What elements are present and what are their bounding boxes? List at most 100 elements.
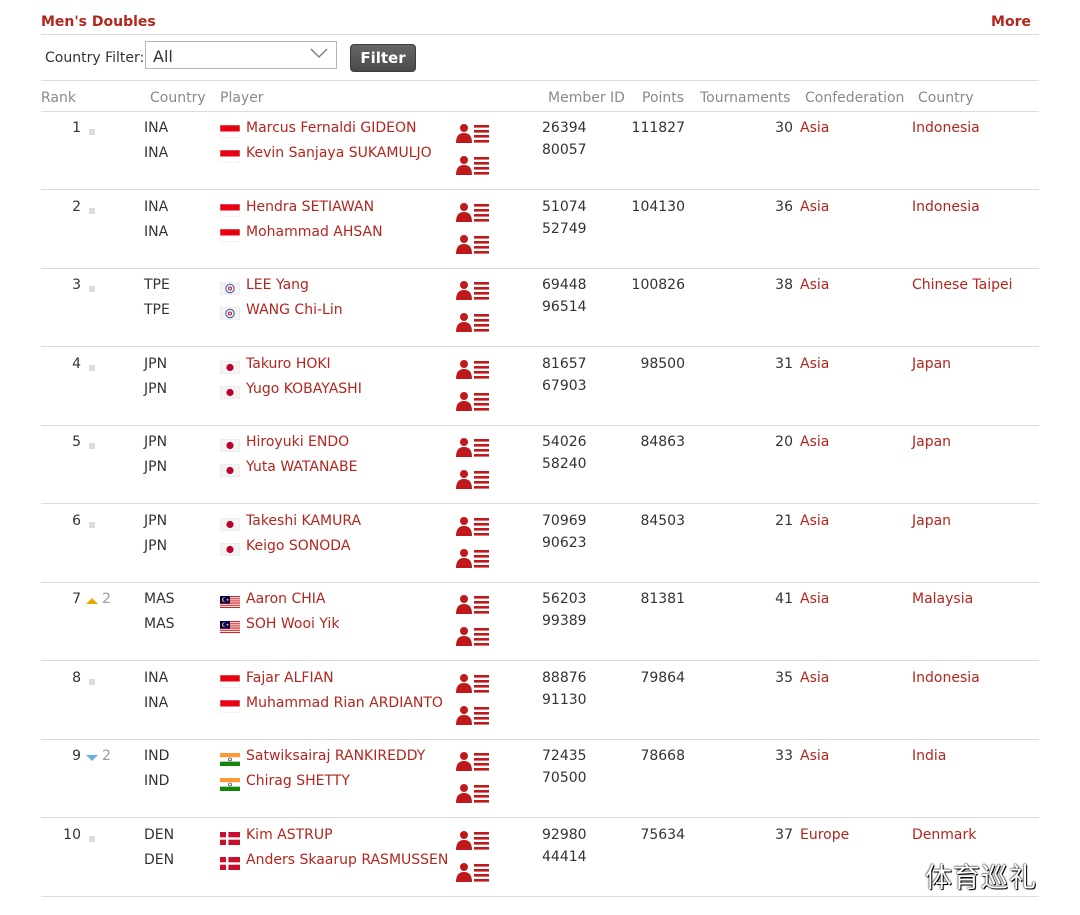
player-profile-icon[interactable]: [456, 123, 490, 143]
player-profile-icon[interactable]: [456, 359, 490, 379]
player-profile-icon[interactable]: [456, 155, 490, 175]
country-link[interactable]: Indonesia: [912, 199, 980, 215]
flag-chinese-taipei-icon: [219, 280, 241, 296]
player-name-link[interactable]: LEE Yang: [246, 277, 309, 293]
confederation-link[interactable]: Europe: [800, 827, 849, 843]
rank-number: 3: [72, 277, 81, 293]
points-value: 81381: [640, 591, 685, 607]
player-name-link[interactable]: WANG Chi-Lin: [246, 302, 343, 318]
player-name-link[interactable]: Kim ASTRUP: [246, 827, 333, 843]
confederation-link[interactable]: Asia: [800, 199, 829, 215]
player-profile-icon[interactable]: [456, 234, 490, 254]
member-id: 92980: [542, 826, 587, 843]
member-id: 56203: [542, 591, 587, 607]
points-value: 84503: [640, 512, 685, 529]
player-name-link[interactable]: Hiroyuki ENDO: [246, 434, 349, 450]
more-link[interactable]: More: [991, 14, 1031, 30]
confederation-link[interactable]: Asia: [800, 356, 829, 372]
country-link[interactable]: Malaysia: [912, 591, 973, 607]
player-name-link[interactable]: Takeshi KAMURA: [246, 513, 361, 529]
table-row: 7 2 MAS Aaron CHIA 56203 MAS SOH Wooi Yik 99389…: [41, 583, 1039, 661]
rank-unchanged-icon: [89, 521, 95, 528]
col-header-tournaments[interactable]: Tournaments: [700, 90, 790, 106]
country-link[interactable]: Denmark: [912, 827, 976, 843]
country-link[interactable]: Indonesia: [912, 120, 980, 136]
rank-number: 5: [72, 434, 81, 450]
rank-number: 4: [72, 355, 81, 372]
flag-denmark-icon: [220, 830, 240, 845]
confederation-link[interactable]: Asia: [800, 277, 829, 293]
col-header-country-name[interactable]: Country: [918, 90, 974, 106]
player-name-link[interactable]: Aaron CHIA: [246, 591, 326, 607]
player-country-code: TPE: [144, 302, 170, 318]
table-row: 8 INA Fajar ALFIAN 88876 INA Muhammad Rian AR…: [41, 662, 1039, 740]
confederation-link[interactable]: Asia: [800, 120, 829, 136]
player-name-link[interactable]: Hendra SETIAWAN: [246, 199, 374, 215]
watermark: 体育巡礼: [925, 863, 1037, 894]
player-profile-icon[interactable]: [456, 673, 490, 693]
player-name-link[interactable]: Chirag SHETTY: [246, 773, 350, 789]
player-profile-icon[interactable]: [456, 783, 490, 803]
player-name-link[interactable]: Marcus Fernaldi GIDEON: [246, 120, 417, 136]
player-name-link[interactable]: Yuta WATANABE: [246, 459, 357, 475]
flag-india-icon: [220, 751, 240, 766]
player-profile-icon[interactable]: [456, 594, 490, 614]
player-profile-icon[interactable]: [456, 391, 490, 411]
player-profile-icon[interactable]: [456, 469, 490, 489]
member-id: 26394: [542, 120, 587, 136]
col-header-confederation[interactable]: Confederation: [805, 90, 904, 106]
player-profile-icon[interactable]: [456, 626, 490, 646]
confederation-link[interactable]: Asia: [800, 670, 829, 686]
player-name-link[interactable]: Satwiksairaj RANKIREDDY: [246, 748, 425, 764]
player-profile-icon[interactable]: [456, 312, 490, 332]
player-country-code: INA: [144, 669, 169, 686]
player-profile-icon[interactable]: [456, 202, 490, 222]
country-filter-select[interactable]: All: [145, 41, 337, 69]
country-link[interactable]: Indonesia: [912, 670, 980, 686]
points-value: 111827: [631, 120, 685, 136]
player-name-link[interactable]: Mohammad AHSAN: [246, 224, 383, 240]
member-id: 51074: [542, 198, 587, 215]
player-country-code: IND: [144, 773, 170, 789]
member-id: 72435: [542, 748, 587, 764]
player-profile-icon[interactable]: [456, 862, 490, 882]
tournaments-value: 33: [775, 748, 793, 764]
filter-button[interactable]: Filter: [350, 44, 416, 72]
confederation-link[interactable]: Asia: [800, 748, 829, 764]
player-name-link[interactable]: Fajar ALFIAN: [246, 670, 334, 686]
confederation-link[interactable]: Asia: [800, 591, 829, 607]
country-link[interactable]: India: [912, 748, 946, 764]
col-header-country[interactable]: Country: [150, 90, 206, 106]
player-profile-icon[interactable]: [456, 280, 490, 300]
player-profile-icon[interactable]: [456, 437, 490, 457]
country-link[interactable]: Chinese Taipei: [912, 277, 1012, 293]
player-country-code: DEN: [144, 851, 175, 868]
player-profile-icon[interactable]: [456, 548, 490, 568]
player-country-code: TPE: [144, 277, 170, 293]
player-name-link[interactable]: Muhammad Rian ARDIANTO: [246, 695, 443, 711]
player-country-code: JPN: [144, 512, 168, 529]
col-header-player[interactable]: Player: [220, 90, 264, 106]
country-link[interactable]: Japan: [912, 513, 951, 529]
confederation-link[interactable]: Asia: [800, 513, 829, 529]
player-name-link[interactable]: Kevin Sanjaya SUKAMULJO: [246, 145, 432, 161]
player-country-code: MAS: [144, 616, 175, 632]
player-profile-icon[interactable]: [456, 516, 490, 536]
country-link[interactable]: Japan: [912, 434, 951, 450]
player-profile-icon[interactable]: [456, 751, 490, 771]
rank-unchanged-icon: [89, 835, 95, 842]
col-header-member-id[interactable]: Member ID: [548, 90, 625, 106]
player-name-link[interactable]: Takuro HOKI: [246, 356, 331, 372]
member-id: 70500: [542, 770, 587, 786]
player-name-link[interactable]: Anders Skaarup RASMUSSEN: [246, 852, 448, 868]
player-name-link[interactable]: SOH Wooi Yik: [246, 616, 339, 632]
country-link[interactable]: Japan: [912, 356, 951, 372]
member-id: 80057: [542, 142, 587, 158]
player-profile-icon[interactable]: [456, 705, 490, 725]
player-name-link[interactable]: Yugo KOBAYASHI: [246, 381, 362, 397]
col-header-points[interactable]: Points: [642, 90, 684, 106]
player-profile-icon[interactable]: [456, 830, 490, 850]
confederation-link[interactable]: Asia: [800, 434, 829, 450]
col-header-rank[interactable]: Rank: [41, 90, 76, 106]
player-name-link[interactable]: Keigo SONODA: [246, 538, 350, 554]
